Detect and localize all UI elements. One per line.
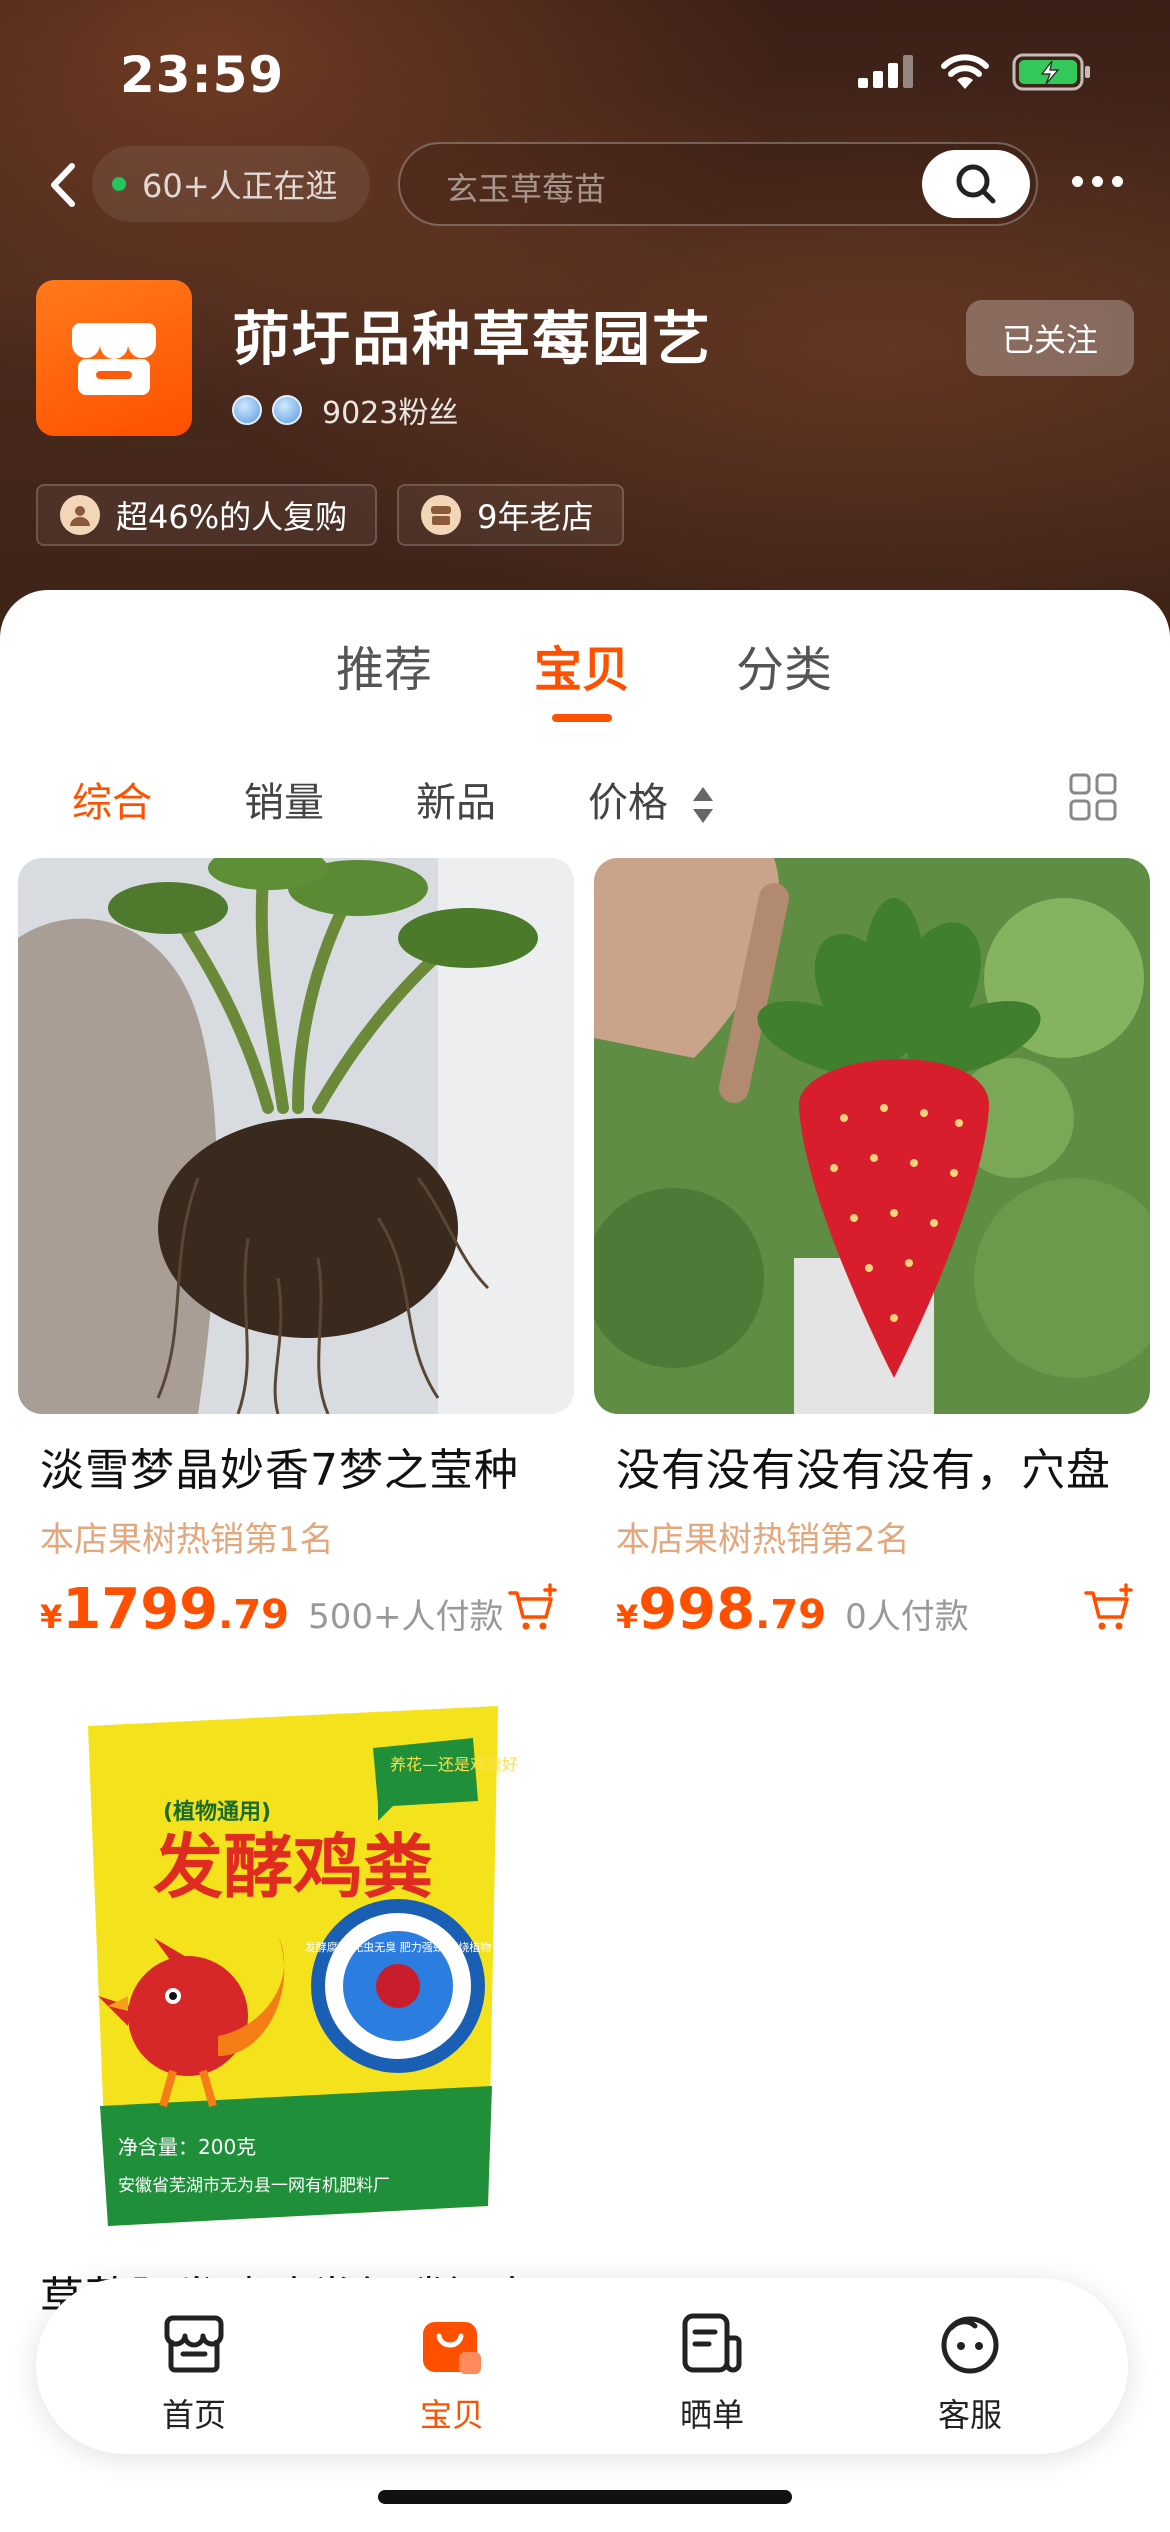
bag-icon <box>423 2322 481 2374</box>
product-rank: 本店果树热销第2名 <box>616 1520 910 1560</box>
svg-text:安徽省芜湖市无为县一网有机肥料厂: 安徽省芜湖市无为县一网有机肥料厂 <box>118 2176 390 2196</box>
sort-new[interactable]: 新品 <box>416 770 496 828</box>
repurchase-tag[interactable]: 超46%的人复购 <box>36 484 378 546</box>
active-tab-indicator <box>552 714 612 722</box>
fans-count: 9023粉丝 <box>322 396 459 431</box>
sort-arrows-icon <box>692 787 713 823</box>
repurchase-tag-text: 超46%的人复购 <box>116 498 348 536</box>
tab-items[interactable]: 宝贝 <box>512 630 652 722</box>
product-rank: 本店果树热销第1名 <box>40 1520 334 1560</box>
shop-icon <box>164 2315 224 2373</box>
status-icons <box>856 52 1092 92</box>
shop-age-tag[interactable]: 9年老店 <box>397 484 624 546</box>
tab-recommend[interactable]: 推荐 <box>314 630 454 700</box>
home-indicator[interactable] <box>378 2490 792 2504</box>
product-sold-count: 0人付款 <box>845 1597 969 1637</box>
product-card[interactable]: 淡雪梦晶妙香7梦之莹种 本店果树热销第1名 ¥1799.79 500+人付款 <box>18 858 574 1647</box>
tab-recommend-label: 推荐 <box>335 642 432 698</box>
svg-text:养花—还是鸡粪好: 养花—还是鸡粪好 <box>390 1755 518 1774</box>
search-icon <box>956 164 996 204</box>
product-price-row: ¥1799.79 500+人付款 <box>18 1577 574 1647</box>
status-bar: 23:59 <box>0 0 1170 150</box>
live-viewers-pill[interactable]: 60+人正在逛 <box>92 146 370 222</box>
user-icon <box>60 495 100 535</box>
shop-header: 23:59 60+人正在逛 玄玉草莓苗 茆圩品种草莓园艺 9023粉丝 已关注 … <box>0 0 1170 640</box>
sort-sales[interactable]: 销量 <box>244 770 324 828</box>
nav-service[interactable]: 客服 <box>890 2308 1050 2436</box>
grid-view-icon[interactable] <box>1068 772 1118 822</box>
svg-text:净含量：200克: 净含量：200克 <box>118 2135 256 2159</box>
shop-age-tag-text: 9年老店 <box>477 498 594 536</box>
sort-price[interactable]: 价格 <box>588 770 715 828</box>
nav-items[interactable]: 宝贝 <box>372 2308 532 2436</box>
bottom-nav: 首页 宝贝 晒单 客服 <box>36 2278 1128 2454</box>
search-input[interactable]: 玄玉草莓苗 <box>398 142 1038 226</box>
product-price: ¥1799.79 <box>40 1577 289 1642</box>
storefront-icon <box>71 323 157 395</box>
more-icon[interactable] <box>1072 176 1123 187</box>
svg-text:发酵腐熟 无虫无臭 肥力强劲 不烧植物: 发酵腐熟 无虫无臭 肥力强劲 不烧植物 <box>305 1940 492 1954</box>
top-nav-row: 60+人正在逛 玄玉草莓苗 <box>0 140 1170 230</box>
content-sheet: 推荐 宝贝 分类 综合 销量 新品 价格 淡雪梦晶妙香7梦之莹种 本店果树热销第… <box>0 590 1170 2532</box>
nav-home[interactable]: 首页 <box>114 2308 274 2436</box>
product-image-seedling[interactable] <box>18 858 574 1414</box>
nav-service-label: 客服 <box>937 2396 1002 2434</box>
product-card[interactable]: (植物通用) 发酵鸡粪 养花—还是鸡粪好 发酵腐熟 无虫无臭 肥力强劲 不烧植物… <box>18 1686 574 2326</box>
product-image-strawberry[interactable] <box>594 858 1150 1414</box>
wifi-icon <box>941 54 989 89</box>
product-price-row: ¥998.79 0人付款 <box>594 1577 1150 1647</box>
product-price: ¥998.79 <box>616 1577 827 1642</box>
search-placeholder: 玄玉草莓苗 <box>446 170 607 208</box>
product-card[interactable]: 没有没有没有没有，穴盘 本店果树热销第2名 ¥998.79 0人付款 <box>594 858 1150 1647</box>
nav-home-label: 首页 <box>161 2396 226 2434</box>
battery-charging-icon <box>1012 53 1090 91</box>
shop-name: 茆圩品种草莓园艺 <box>232 305 713 373</box>
product-image-fertilizer[interactable]: (植物通用) 发酵鸡粪 养花—还是鸡粪好 发酵腐熟 无虫无臭 肥力强劲 不烧植物… <box>18 1686 574 2242</box>
main-tabs: 推荐 宝贝 分类 <box>0 630 1170 740</box>
nav-reviews[interactable]: 晒单 <box>632 2308 792 2436</box>
back-icon[interactable] <box>40 160 90 210</box>
svg-text:发酵鸡粪: 发酵鸡粪 <box>153 1826 433 1908</box>
status-time: 23:59 <box>120 46 285 104</box>
live-dot-icon <box>112 177 126 191</box>
live-viewers-text: 60+人正在逛 <box>142 167 338 205</box>
sort-bar: 综合 销量 新品 价格 <box>0 770 1170 840</box>
sort-overall[interactable]: 综合 <box>72 770 152 828</box>
shop-logo[interactable] <box>36 280 192 436</box>
review-icon <box>682 2313 742 2373</box>
nav-items-label: 宝贝 <box>419 2396 484 2434</box>
shop-icon <box>421 495 462 535</box>
sort-price-label: 价格 <box>588 780 668 826</box>
product-title: 淡雪梦晶妙香7梦之莹种 <box>40 1445 519 1496</box>
crown-badge-icon <box>232 395 262 425</box>
crown-badge-icon <box>272 395 302 425</box>
add-to-cart-icon[interactable] <box>1082 1581 1136 1635</box>
shop-tags: 超46%的人复购 9年老店 <box>36 484 624 546</box>
search-button[interactable] <box>922 150 1030 218</box>
service-icon <box>941 2316 999 2374</box>
svg-text:(植物通用): (植物通用) <box>163 1799 271 1825</box>
signal-icon <box>858 55 913 88</box>
tab-items-label: 宝贝 <box>533 642 630 698</box>
tab-category[interactable]: 分类 <box>714 630 854 700</box>
add-to-cart-icon[interactable] <box>506 1581 560 1635</box>
nav-reviews-label: 晒单 <box>679 2396 744 2434</box>
product-sold-count: 500+人付款 <box>308 1597 504 1637</box>
fans-row: 9023粉丝 <box>232 388 458 432</box>
product-title: 没有没有没有没有，穴盘 <box>616 1445 1111 1496</box>
follow-button[interactable]: 已关注 <box>966 300 1134 376</box>
tab-category-label: 分类 <box>735 642 832 698</box>
